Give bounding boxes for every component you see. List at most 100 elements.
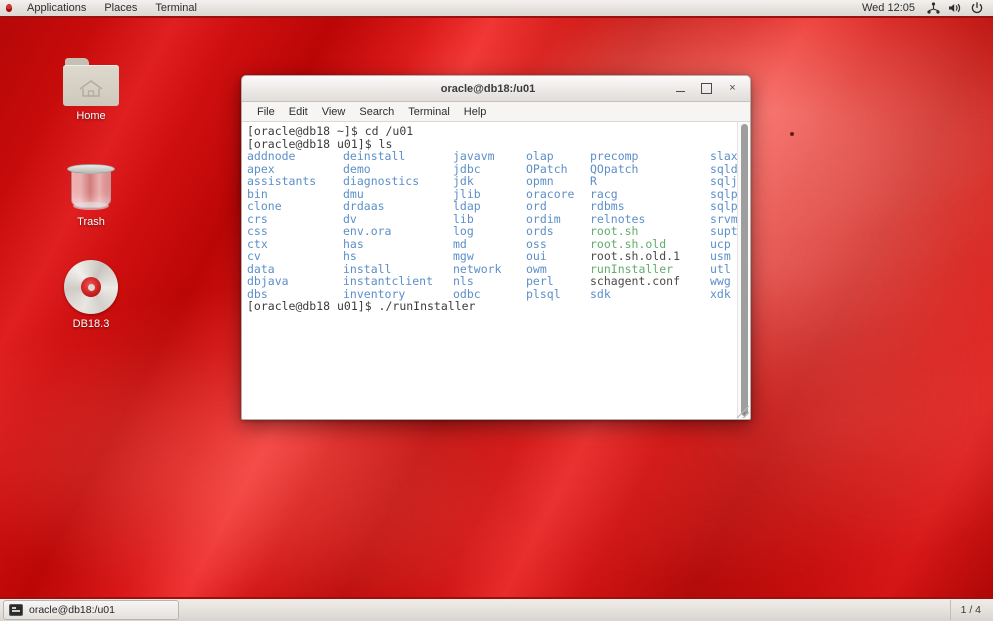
workspace-switcher[interactable]: 1 / 4: [950, 600, 993, 620]
terminal-listing-row: cssenv.oralogordsroot.shsuptools: [247, 225, 733, 238]
terminal-listing-row: assistantsdiagnosticsjdkopmnRsqlj: [247, 175, 733, 188]
bottom-panel: oracle@db18:/u01 1 / 4: [0, 597, 993, 621]
desktop-icon-label: Home: [48, 110, 134, 122]
desktop-icon-db18[interactable]: DB18.3: [48, 252, 134, 330]
desktop-icon-trash[interactable]: Trash: [48, 150, 134, 228]
terminal-file-entry: jdk: [453, 175, 526, 188]
optical-disc-icon: [48, 252, 134, 314]
terminal-file-entry: instantclient: [343, 275, 453, 288]
terminal-file-entry: oui: [526, 250, 590, 263]
terminal-menu-terminal[interactable]: Terminal: [401, 103, 457, 121]
maximize-button[interactable]: [700, 82, 713, 95]
terminal-file-entry: perl: [526, 275, 590, 288]
terminal-file-entry: sqlplus: [710, 200, 737, 213]
terminal-file-entry: schagent.conf: [590, 275, 710, 288]
terminal-file-entry: clone: [247, 200, 343, 213]
terminal-menu-help[interactable]: Help: [457, 103, 494, 121]
terminal-file-entry: root.sh.old.1: [590, 250, 710, 263]
terminal-listing-row: addnodedeinstalljavavmolapprecompslax: [247, 150, 733, 163]
fedora-logo-icon: [0, 0, 18, 17]
terminal-file-entry: sqlj: [710, 175, 737, 188]
house-glyph: [78, 78, 104, 98]
terminal-file-entry: addnode: [247, 150, 343, 163]
taskbar-item-terminal[interactable]: oracle@db18:/u01: [3, 600, 179, 620]
terminal-listing-row: clonedrdaasldapordrdbmssqlplus: [247, 200, 733, 213]
terminal-listing-row: crsdvlibordimrelnotessrvm: [247, 213, 733, 226]
window-title: oracle@db18:/u01: [242, 83, 674, 95]
terminal-menu-search[interactable]: Search: [352, 103, 401, 121]
terminal-viewport: [oracle@db18 ~]$ cd /u01 [oracle@db18 u01…: [242, 122, 750, 419]
taskbar-item-label: oracle@db18:/u01: [29, 604, 115, 616]
terminal-scrollbar[interactable]: ▲ ▼: [737, 122, 750, 419]
terminal-prompt-line: [oracle@db18 ~]$ cd /u01: [247, 125, 733, 138]
terminal-file-entry: drdaas: [343, 200, 453, 213]
menu-applications[interactable]: Applications: [18, 0, 95, 17]
terminal-file-entry: suptools: [710, 225, 737, 238]
terminal-file-entry: assistants: [247, 175, 343, 188]
terminal-listing-row: cvhsmgwouiroot.sh.old.1usm: [247, 250, 733, 263]
terminal-file-entry: wwg: [710, 275, 731, 288]
terminal-menu-edit[interactable]: Edit: [282, 103, 315, 121]
terminal-file-entry: mgw: [453, 250, 526, 263]
terminal-file-entry: opmn: [526, 175, 590, 188]
window-resize-grip[interactable]: [737, 406, 749, 418]
desktop-icon-home[interactable]: Home: [48, 44, 134, 122]
terminal-listing-row: bindmujliboracoreracgsqlpatch: [247, 188, 733, 201]
terminal-file-entry: nls: [453, 275, 526, 288]
terminal-file-entry: sdk: [590, 288, 710, 301]
terminal-file-entry: R: [590, 175, 710, 188]
terminal-file-entry: ldap: [453, 200, 526, 213]
terminal-file-entry: css: [247, 225, 343, 238]
terminal-file-entry: plsql: [526, 288, 590, 301]
desktop-icon-label: DB18.3: [48, 318, 134, 330]
terminal-prompt-line: [oracle@db18 u01]$ ./runInstaller: [247, 300, 733, 313]
terminal-file-entry: cv: [247, 250, 343, 263]
terminal-menu-view[interactable]: View: [315, 103, 353, 121]
terminal-window: oracle@db18:/u01 × File Edit View Search…: [241, 75, 751, 420]
terminal-file-entry: QOpatch: [590, 163, 710, 176]
terminal-titlebar[interactable]: oracle@db18:/u01 ×: [242, 76, 750, 102]
terminal-file-entry: javavm: [453, 150, 526, 163]
window-controls: ×: [674, 82, 750, 95]
terminal-file-entry: deinstall: [343, 150, 453, 163]
scrollbar-thumb[interactable]: [741, 124, 748, 416]
terminal-command-text: [oracle@db18 u01]$ ./runInstaller: [247, 300, 475, 313]
system-tray: Wed 12:05: [858, 0, 993, 16]
wallpaper-speck: [790, 132, 794, 136]
terminal-output[interactable]: [oracle@db18 ~]$ cd /u01 [oracle@db18 u01…: [242, 122, 737, 419]
menu-terminal[interactable]: Terminal: [146, 0, 206, 17]
terminal-file-entry: root.sh: [590, 225, 710, 238]
close-button[interactable]: ×: [726, 82, 739, 95]
volume-icon[interactable]: [947, 0, 963, 16]
terminal-menu-file[interactable]: File: [250, 103, 282, 121]
terminal-file-entry: usm: [710, 250, 731, 263]
network-icon[interactable]: [925, 0, 941, 16]
power-icon[interactable]: [969, 0, 985, 16]
terminal-file-entry: diagnostics: [343, 175, 453, 188]
terminal-file-entry: has: [343, 238, 453, 251]
menu-places[interactable]: Places: [95, 0, 146, 17]
terminal-file-entry: slax: [710, 150, 737, 163]
terminal-file-entry: ord: [526, 200, 590, 213]
terminal-file-entry: env.ora: [343, 225, 453, 238]
terminal-file-entry: ords: [526, 225, 590, 238]
terminal-file-entry: dbjava: [247, 275, 343, 288]
top-panel: Applications Places Terminal Wed 12:05: [0, 0, 993, 18]
desktop-icon-label: Trash: [48, 216, 134, 228]
terminal-command-text: [oracle@db18 ~]$ cd /u01: [247, 125, 413, 138]
terminal-listing-row: apexdemojdbcOPatchQOpatchsqldeveloper: [247, 163, 733, 176]
home-folder-icon: [48, 44, 134, 106]
terminal-file-entry: log: [453, 225, 526, 238]
terminal-file-entry: hs: [343, 250, 453, 263]
terminal-file-entry: rdbms: [590, 200, 710, 213]
minimize-button[interactable]: [674, 82, 687, 95]
trash-icon: [48, 150, 134, 212]
terminal-file-entry: olap: [526, 150, 590, 163]
clock[interactable]: Wed 12:05: [858, 2, 919, 14]
terminal-listing-row: dbjavainstantclientnlsperlschagent.confw…: [247, 275, 733, 288]
terminal-menubar: File Edit View Search Terminal Help: [242, 102, 750, 122]
top-panel-menus: Applications Places Terminal: [0, 0, 206, 16]
terminal-file-entry: precomp: [590, 150, 710, 163]
terminal-file-entry: ctx: [247, 238, 343, 251]
desktop-screen: Applications Places Terminal Wed 12:05: [0, 0, 993, 621]
